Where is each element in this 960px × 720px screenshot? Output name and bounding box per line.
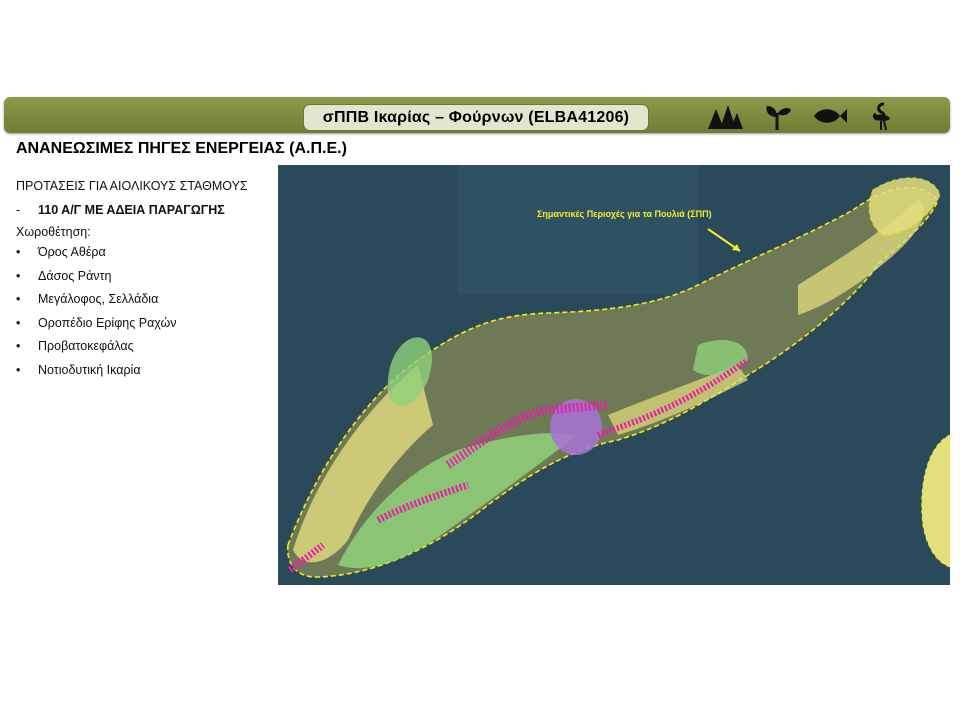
location-label: Μεγάλοφος, Σελλάδια [38,292,159,306]
island-map [278,165,950,585]
section-title: ΑΝΑΝΕΩΣΙΜΕΣ ΠΗΓΕΣ ΕΝΕΡΓΕΙΑΣ (Α.Π.Ε.) [16,140,347,157]
bullet-icon: • [16,315,21,330]
licensed-turbines-line: - 110 Α/Γ ΜΕ ΑΔΕΙΑ ΠΑΡΑΓΩΓΗΣ [16,203,225,217]
header-icons [706,101,900,131]
header-title: σΠΠΒ Ικαρίας – Φούρνων (ELBA41206) [303,104,649,131]
siting-label: Χωροθέτηση: [16,225,91,239]
bullet-icon: • [16,362,21,377]
location-label: Νοτιοδυτική Ικαρία [38,362,141,377]
bullet-icon: • [16,339,21,353]
location-list: • Όρος Αθέρα • Δάσος Ράντη • Μεγάλοφος, Σελ… [16,245,177,386]
location-label: Προβατοκεφάλας [38,339,134,353]
bird-areas-annotation: Σημαντικές Περιοχές για τα Πουλιά (ΣΠΠ) [537,209,712,219]
list-item: • Προβατοκεφάλας [16,339,177,363]
list-item: • Οροπέδιο Ερίφης Ραχών [16,316,177,340]
dash-marker: - [16,203,21,217]
location-label: Οροπέδιο Ερίφης Ραχών [38,315,177,330]
bullet-icon: • [16,292,21,306]
list-item: • Δάσος Ράντη [16,269,177,293]
flamingo-icon [872,102,890,131]
trees-icon [708,105,743,129]
licensed-turbines: 110 Α/Γ ΜΕ ΑΔΕΙΑ ΠΑΡΑΓΩΓΗΣ [38,203,225,217]
location-label: Δάσος Ράντη [38,268,112,283]
list-item: • Όρος Αθέρα [16,245,177,269]
sea-lighter [458,165,698,295]
plant-icon [766,106,791,130]
proposals-label: ΠΡΟΤΑΣΕΙΣ ΓΙΑ ΑΙΟΛΙΚΟΥΣ ΣΤΑΘΜΟΥΣ [16,179,248,193]
fish-icon [814,109,847,123]
location-label: Όρος Αθέρα [38,245,106,259]
bullet-icon: • [16,268,21,283]
list-item: • Μεγάλοφος, Σελλάδια [16,292,177,316]
list-item: • Νοτιοδυτική Ικαρία [16,363,177,387]
bullet-icon: • [16,245,21,259]
